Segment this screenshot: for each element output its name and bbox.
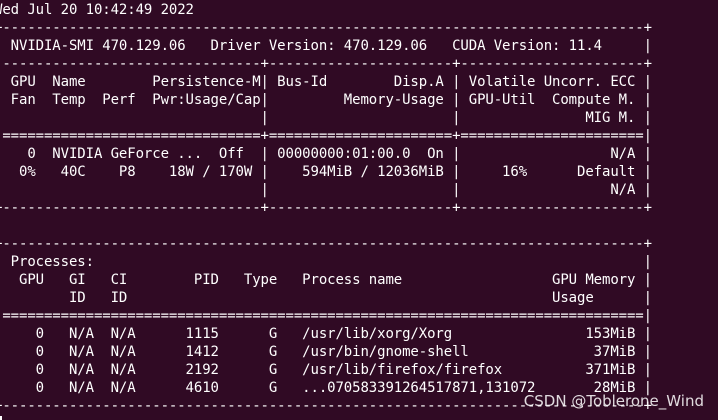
smi-double-divider: |===============================+=======… [0, 128, 652, 144]
gpu-row-3: | | | N/A | [0, 182, 652, 198]
timestamp-line: Wed Jul 20 10:42:49 2022 [0, 2, 194, 18]
smi-column-header-2: | Fan Temp Perf Pwr:Usage/Cap| Memory-Us… [0, 92, 652, 108]
smi-version-line: | NVIDIA-SMI 470.129.06 Driver Version: … [0, 38, 652, 54]
smi-column-header-1: | GPU Name Persistence-M| Bus-Id Disp.A … [0, 74, 652, 90]
watermark: CSDN @Toblerone_Wind [523, 392, 704, 410]
terminal-window[interactable]: Wed Jul 20 10:42:49 2022 +--------------… [0, 0, 718, 420]
cursor[interactable] [0, 416, 2, 420]
smi-column-header-3: | | | MIG M. | [0, 110, 652, 126]
processes-header-1: | GPU GI CI PID Type Process name GPU Me… [0, 272, 652, 288]
processes-border-top: +---------------------------------------… [0, 236, 652, 252]
gpu-border-bottom: +-------------------------------+-------… [0, 200, 652, 216]
terminal-output[interactable]: Wed Jul 20 10:42:49 2022 +--------------… [0, 1, 652, 420]
processes-header-2: | ID ID Usage | [0, 290, 652, 306]
processes-double-divider: |=======================================… [0, 308, 652, 324]
process-row: | 0 N/A N/A 1412 G /usr/bin/gnome-shell … [0, 344, 652, 360]
processes-title: | Processes: | [0, 254, 652, 270]
smi-header-border-top: +---------------------------------------… [0, 20, 652, 36]
smi-header-divider: |-------------------------------+-------… [0, 56, 652, 72]
gpu-row-2: | 0% 40C P8 18W / 170W | 594MiB / 12036M… [0, 164, 652, 180]
process-row: | 0 N/A N/A 1115 G /usr/lib/xorg/Xorg 15… [0, 326, 652, 342]
process-row: | 0 N/A N/A 2192 G /usr/lib/firefox/fire… [0, 362, 652, 378]
gpu-row-1: | 0 NVIDIA GeForce ... Off | 00000000:01… [0, 146, 652, 162]
